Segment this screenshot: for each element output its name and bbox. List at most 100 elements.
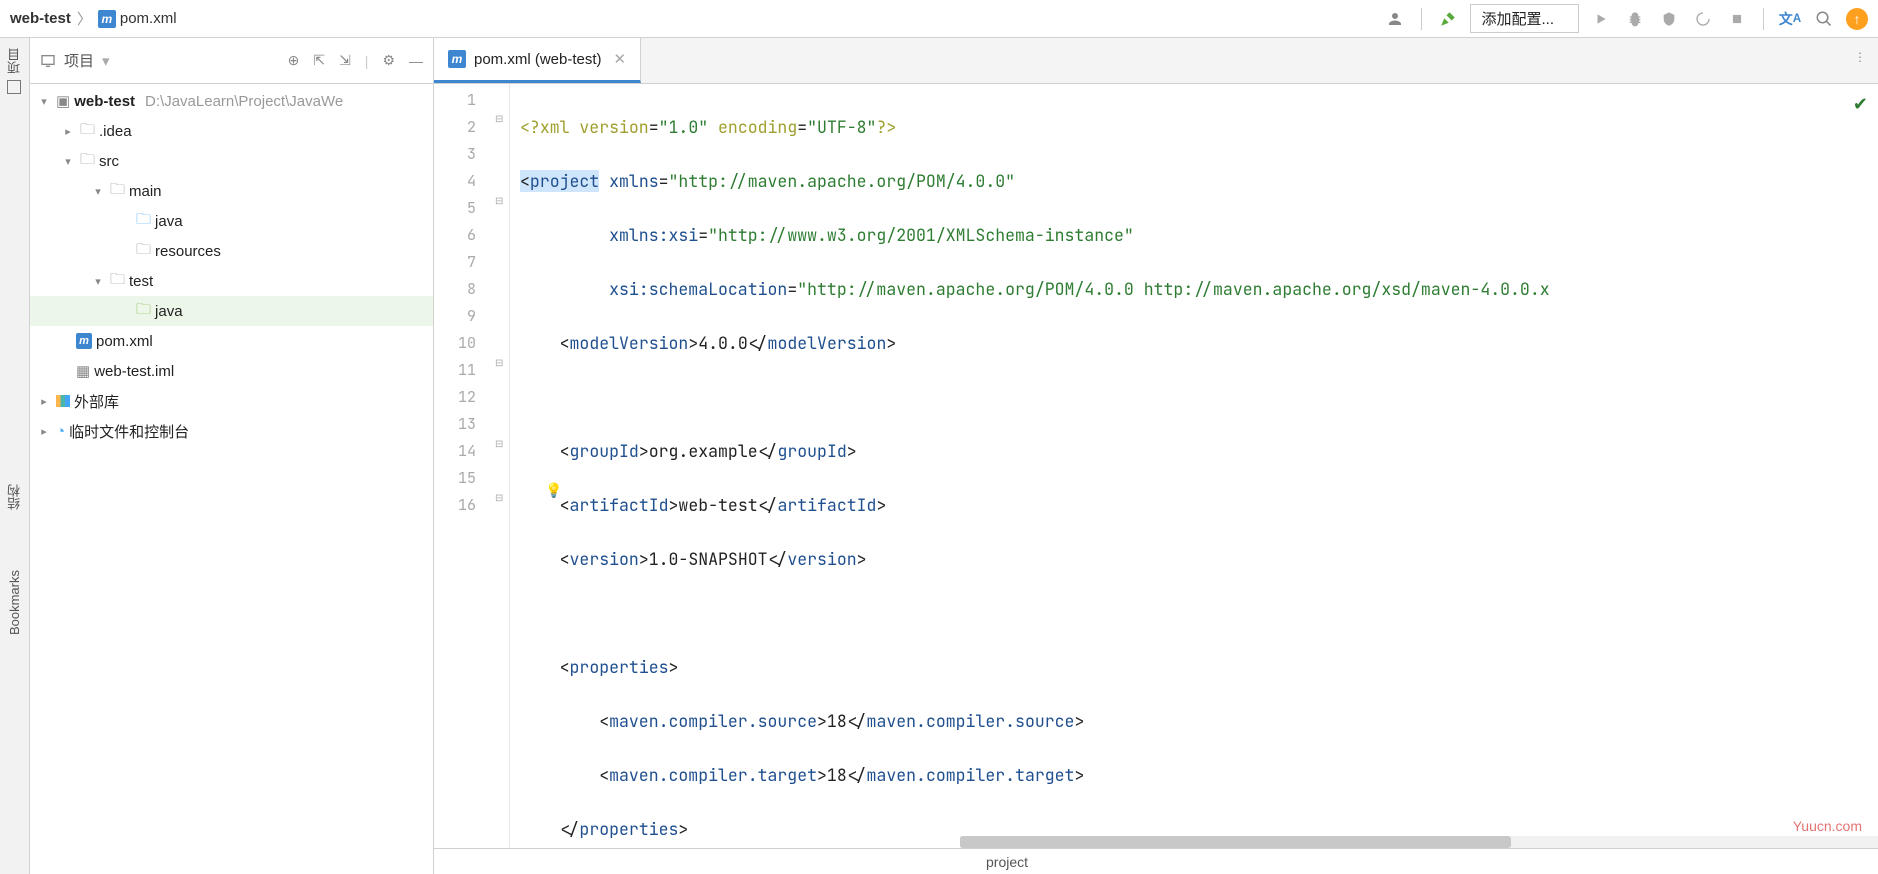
translate-icon[interactable]: 文A: [1778, 7, 1802, 31]
analysis-ok-icon[interactable]: ✔: [1853, 94, 1868, 115]
chevron-down-icon: ▾: [36, 95, 52, 108]
run-config-select[interactable]: 添加配置...: [1470, 4, 1579, 33]
collapse-icon[interactable]: ⇲: [339, 52, 351, 69]
code-area[interactable]: <?xml version="1.0" encoding="UTF-8"?> <…: [520, 84, 1878, 848]
fold-open-icon[interactable]: ⊟: [495, 114, 503, 125]
coverage-icon[interactable]: [1657, 7, 1681, 31]
fold-close-icon[interactable]: ⊟: [495, 439, 503, 450]
tree-resources[interactable]: 🗀 resources: [30, 236, 433, 266]
fold-gutter: ⊟ ⊟ ⊟ ⊟ ⊟: [492, 84, 510, 848]
expand-icon[interactable]: ⇱: [313, 52, 325, 69]
tree-idea[interactable]: ▸ 🗀 .idea: [30, 116, 433, 146]
rail-bookmarks-tab[interactable]: Bookmarks: [7, 570, 22, 635]
tree-label: web-test: [74, 93, 135, 110]
watermark: Yuucn.com: [1793, 818, 1862, 834]
breadcrumb-separator-icon: 〉: [77, 8, 92, 29]
source-folder-icon: 🗀: [136, 209, 151, 234]
intention-bulb-icon[interactable]: 💡: [545, 478, 562, 505]
breadcrumb: web-test 〉 m pom.xml: [10, 8, 177, 29]
search-icon[interactable]: [1812, 7, 1836, 31]
module-icon: ▣: [56, 92, 70, 110]
tree-label: pom.xml: [96, 333, 153, 350]
editor: m pom.xml (web-test) ✕ ⋮ 1234 5678 91011…: [434, 38, 1878, 874]
tree-label: src: [99, 153, 119, 170]
tab-bar: m pom.xml (web-test) ✕ ⋮: [434, 38, 1878, 84]
build-icon[interactable]: [1436, 7, 1460, 31]
chevron-down-icon: ▾: [90, 185, 106, 198]
editor-body[interactable]: 1234 5678 9101112 13141516 ⊟ ⊟ ⊟ ⊟ ⊟ <?x…: [434, 84, 1878, 848]
scrollbar-thumb[interactable]: [960, 836, 1511, 848]
main-toolbar: web-test 〉 m pom.xml 添加配置... 文A ↑: [0, 0, 1878, 38]
sidebar-header: 项目 ▾ ⊕ ⇱ ⇲ | ⚙ —: [30, 38, 433, 84]
project-tree[interactable]: ▾ ▣ web-test D:\JavaLearn\Project\JavaWe…: [30, 84, 433, 874]
update-badge-icon[interactable]: ↑: [1846, 8, 1868, 30]
run-icon[interactable]: [1589, 7, 1613, 31]
locate-icon[interactable]: ⊕: [288, 52, 300, 69]
breadcrumb-project[interactable]: web-test: [10, 10, 71, 27]
iml-file-icon: ▦: [76, 362, 90, 380]
tree-label: 外部库: [74, 391, 119, 412]
tree-iml[interactable]: ▦ web-test.iml: [30, 356, 433, 386]
sidebar-title-label: 项目: [64, 50, 94, 71]
tab-pom[interactable]: m pom.xml (web-test) ✕: [434, 38, 641, 83]
tree-label: .idea: [99, 123, 132, 140]
fold-close-icon[interactable]: ⊟: [495, 493, 503, 504]
toolbar-separator: [1763, 8, 1764, 30]
toolbar-separator: [1421, 8, 1422, 30]
folder-icon: 🗀: [110, 179, 125, 204]
screen-icon: [40, 53, 56, 69]
profile-icon[interactable]: [1691, 7, 1715, 31]
tree-test[interactable]: ▾ 🗀 test: [30, 266, 433, 296]
close-icon[interactable]: ✕: [614, 50, 627, 68]
dropdown-icon: ▾: [102, 52, 110, 70]
tree-test-java[interactable]: 🗀 java: [30, 296, 433, 326]
tree-external-libraries[interactable]: ▸ 外部库: [30, 386, 433, 416]
tab-menu-icon[interactable]: ⋮: [1854, 50, 1866, 64]
chevron-down-icon: ▾: [60, 155, 76, 168]
breadcrumb-file-label: pom.xml: [120, 10, 177, 27]
maven-file-icon: m: [98, 10, 116, 28]
resource-folder-icon: 🗀: [136, 239, 151, 264]
tree-java[interactable]: 🗀 java: [30, 206, 433, 236]
sidebar-tools: ⊕ ⇱ ⇲ | ⚙ —: [288, 52, 423, 69]
chevron-down-icon: ▾: [90, 275, 106, 288]
sidebar-title[interactable]: 项目 ▾: [40, 50, 110, 71]
toolbar-separator: |: [365, 53, 369, 69]
stop-icon[interactable]: [1725, 7, 1749, 31]
tree-scratches[interactable]: ▸ ◔ 临时文件和控制台: [30, 416, 433, 446]
tree-label: web-test.iml: [94, 363, 174, 380]
left-rail: 项目 结构 Bookmarks: [0, 38, 30, 874]
gutter: 1234 5678 9101112 13141516: [434, 84, 492, 848]
chevron-right-icon: ▸: [60, 125, 76, 138]
hide-icon[interactable]: —: [409, 53, 423, 69]
test-folder-icon: 🗀: [136, 299, 151, 324]
maven-file-icon: m: [76, 333, 92, 349]
folder-icon: 🗀: [80, 119, 95, 144]
toolbar-right: 添加配置... 文A ↑: [1383, 4, 1868, 33]
library-icon: [56, 395, 70, 407]
folder-icon: 🗀: [110, 269, 125, 294]
gear-icon[interactable]: ⚙: [382, 52, 395, 69]
rail-structure-tab[interactable]: 结构: [5, 484, 24, 510]
tree-label: resources: [155, 243, 221, 260]
tree-label: 临时文件和控制台: [69, 421, 189, 442]
tree-src[interactable]: ▾ 🗀 src: [30, 146, 433, 176]
fold-open-icon[interactable]: ⊟: [495, 358, 503, 369]
fold-open-icon[interactable]: ⊟: [495, 196, 503, 207]
debug-icon[interactable]: [1623, 7, 1647, 31]
tree-label: java: [155, 213, 183, 230]
breadcrumb-file[interactable]: m pom.xml: [98, 10, 177, 28]
editor-breadcrumb[interactable]: project: [434, 848, 1878, 874]
tree-root[interactable]: ▾ ▣ web-test D:\JavaLearn\Project\JavaWe: [30, 86, 433, 116]
tree-main[interactable]: ▾ 🗀 main: [30, 176, 433, 206]
tree-label: test: [129, 273, 153, 290]
folder-icon: 🗀: [80, 149, 95, 174]
tree-path: D:\JavaLearn\Project\JavaWe: [145, 93, 343, 110]
tree-label: main: [129, 183, 162, 200]
project-sidebar: 项目 ▾ ⊕ ⇱ ⇲ | ⚙ — ▾ ▣ web-test D:\JavaLea: [30, 38, 434, 874]
rail-project-tab[interactable]: 项目: [5, 48, 24, 94]
scratch-icon: ◔: [56, 423, 65, 440]
user-icon[interactable]: [1383, 7, 1407, 31]
horizontal-scrollbar[interactable]: [960, 836, 1878, 848]
tree-pom[interactable]: m pom.xml: [30, 326, 433, 356]
